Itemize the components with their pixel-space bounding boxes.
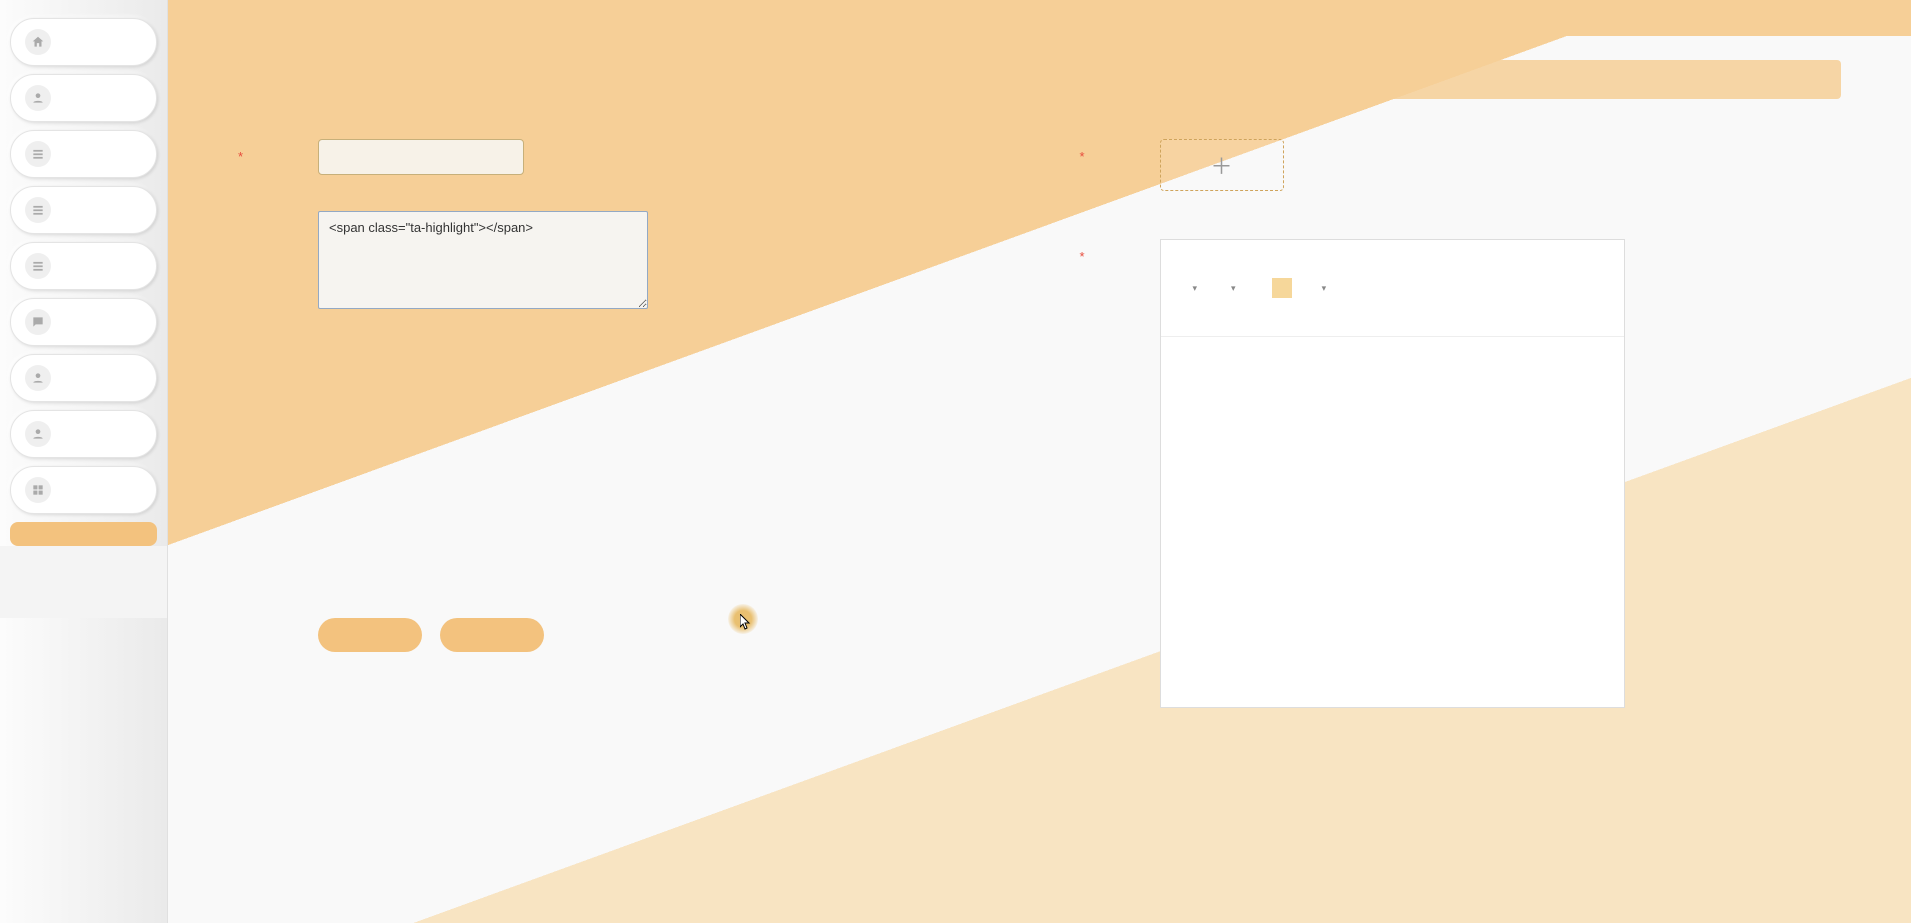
text-color-button[interactable] [1246, 278, 1266, 298]
editor-canvas[interactable] [1161, 337, 1624, 707]
font-family-select[interactable]: ▾ [1298, 283, 1331, 294]
main-area: <span class="ta-highlight"></span> ＋ [168, 0, 1911, 923]
sidebar-item-system[interactable] [10, 466, 157, 514]
grid-icon [25, 477, 51, 503]
sidebar-item-shop[interactable] [10, 242, 157, 290]
unordered-list-button[interactable] [1445, 246, 1465, 266]
indent-decrease-button[interactable] [1551, 246, 1571, 266]
underline-button[interactable] [1221, 246, 1241, 266]
h2-button[interactable] [1379, 246, 1399, 266]
bg-color-button[interactable] [1272, 278, 1292, 298]
sidebar-item-activity-log[interactable] [10, 410, 157, 458]
indent-increase-button[interactable] [1577, 246, 1597, 266]
image-button[interactable] [1195, 310, 1215, 330]
superscript-button[interactable] [1511, 246, 1531, 266]
sidebar-sub-feedback[interactable] [0, 546, 167, 570]
link-button[interactable] [1169, 310, 1189, 330]
sidebar-item-city[interactable] [10, 186, 157, 234]
chevron-down-icon: ▾ [1322, 283, 1327, 294]
italic-button[interactable] [1195, 246, 1215, 266]
image-label [1080, 139, 1160, 147]
sidebar-item-activity[interactable] [10, 354, 157, 402]
content-label [1080, 239, 1160, 247]
submit-button[interactable] [318, 618, 422, 652]
list-icon [25, 253, 51, 279]
editor-toolbar: ▾ ▾ ▾ [1161, 240, 1624, 337]
cancel-button[interactable] [440, 618, 544, 652]
h1-button[interactable] [1353, 246, 1373, 266]
sidebar-item-home[interactable] [10, 18, 157, 66]
intro-label [238, 211, 318, 219]
chevron-down-icon: ▾ [1193, 283, 1198, 294]
sidebar-sub-carousel[interactable] [0, 594, 167, 618]
chevron-down-icon: ▾ [1231, 283, 1236, 294]
sidebar-item-type[interactable] [10, 130, 157, 178]
font-size-select[interactable]: ▾ [1169, 283, 1202, 294]
title-input[interactable] [318, 139, 524, 175]
plus-icon: ＋ [1210, 149, 1232, 181]
home-icon [25, 29, 51, 55]
user-icon [25, 85, 51, 111]
user-icon [25, 421, 51, 447]
ordered-list-button[interactable] [1419, 246, 1439, 266]
chat-icon [25, 309, 51, 335]
list-icon [25, 141, 51, 167]
sidebar [0, 0, 168, 923]
sidebar-sub-about[interactable] [0, 570, 167, 594]
sidebar-item-profile[interactable] [10, 74, 157, 122]
subscript-button[interactable] [1485, 246, 1505, 266]
quote-button[interactable] [1287, 246, 1307, 266]
intro-textarea[interactable]: <span class="ta-highlight"></span> [318, 211, 648, 309]
list-icon [25, 197, 51, 223]
code-button[interactable] [1313, 246, 1333, 266]
save-button[interactable] [1221, 310, 1241, 330]
breadcrumb [238, 60, 1841, 99]
clear-format-button[interactable] [1376, 278, 1396, 298]
strike-button[interactable] [1247, 246, 1267, 266]
header-bar [168, 0, 1911, 36]
sidebar-item-user[interactable] [10, 298, 157, 346]
rich-editor: ▾ ▾ ▾ [1160, 239, 1625, 708]
sidebar-sub-announcement[interactable] [10, 522, 157, 546]
title-label [238, 139, 318, 147]
paragraph-style-select[interactable]: ▾ [1207, 283, 1240, 294]
user-icon [25, 365, 51, 391]
user-area [1877, 11, 1895, 26]
sidebar-submenu [0, 522, 167, 618]
bold-button[interactable] [1169, 246, 1189, 266]
upload-box[interactable]: ＋ [1160, 139, 1284, 191]
align-button[interactable] [1336, 278, 1356, 298]
